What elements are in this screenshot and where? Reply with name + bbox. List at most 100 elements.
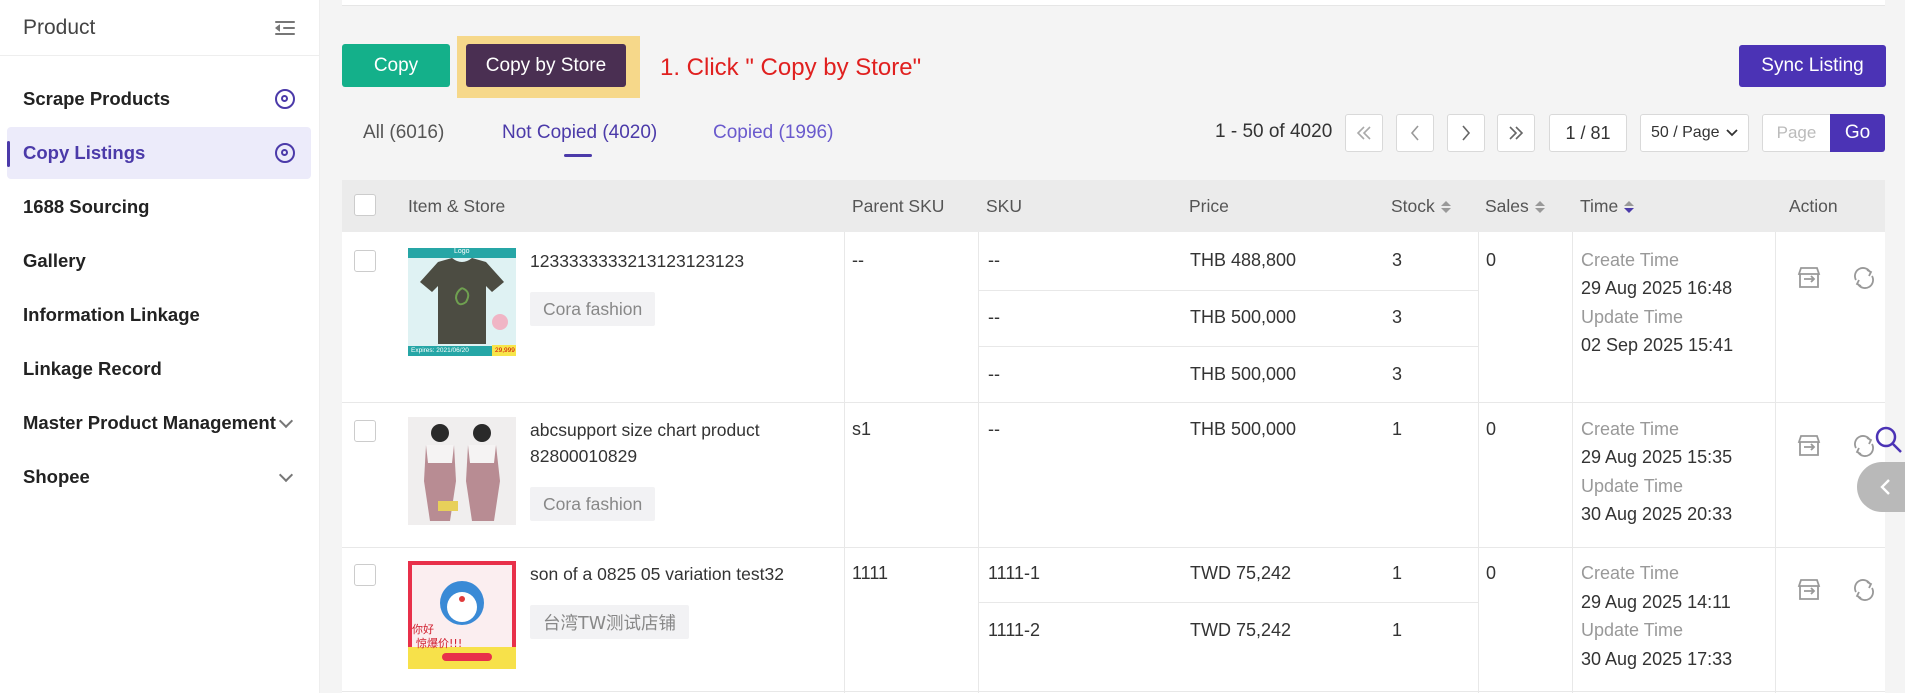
sidebar-item-label: Master Product Management bbox=[23, 412, 276, 433]
stock: 1 bbox=[1392, 620, 1403, 640]
create-time-value: 29 Aug 2025 14:11 bbox=[1581, 592, 1731, 612]
sidebar-item-label: Information Linkage bbox=[23, 304, 200, 325]
row-checkbox[interactable] bbox=[354, 250, 376, 272]
create-time-label: Create Time bbox=[1581, 250, 1680, 270]
prev-page-button[interactable] bbox=[1396, 114, 1434, 152]
double-chevron-left-icon bbox=[1356, 126, 1371, 140]
sidebar-item-label: 1688 Sourcing bbox=[23, 196, 150, 217]
header-time-label: Time bbox=[1580, 196, 1619, 216]
pagination-range: 1 - 50 of 4020 bbox=[1215, 121, 1333, 142]
update-time-label: Update Time bbox=[1581, 620, 1684, 640]
column-divider bbox=[844, 232, 845, 693]
go-button[interactable]: Go bbox=[1830, 114, 1885, 152]
sort-icon[interactable] bbox=[1440, 200, 1451, 213]
sync-icon[interactable] bbox=[1851, 577, 1877, 603]
parent-sku: s1 bbox=[852, 419, 872, 439]
sync-icon[interactable] bbox=[1851, 265, 1877, 291]
copy-to-store-icon[interactable] bbox=[1796, 265, 1822, 291]
product-title[interactable]: son of a 0825 05 variation test32 bbox=[530, 561, 784, 587]
column-divider bbox=[1775, 232, 1776, 693]
header-stock[interactable]: Stock bbox=[1391, 196, 1451, 217]
sidebar-item-linkage-record[interactable]: Linkage Record bbox=[7, 343, 311, 395]
sidebar-item-1688-sourcing[interactable]: 1688 Sourcing bbox=[7, 181, 311, 233]
product-thumbnail[interactable] bbox=[408, 417, 516, 525]
sidebar-item-scrape-products[interactable]: Scrape Products bbox=[7, 73, 311, 125]
instruction-annotation: 1. Click " Copy by Store" bbox=[660, 54, 922, 81]
parent-sku: 1111 bbox=[852, 563, 889, 583]
chevron-down-icon bbox=[278, 467, 294, 482]
floating-panel-toggle[interactable] bbox=[1857, 462, 1905, 512]
sidebar: Product Scrape Products Copy Listings 16… bbox=[0, 0, 320, 693]
header-sales[interactable]: Sales bbox=[1485, 196, 1545, 217]
chevron-down-icon bbox=[1726, 129, 1738, 137]
page-jump-input[interactable]: Page bbox=[1762, 114, 1831, 152]
sort-icon[interactable] bbox=[1624, 200, 1635, 213]
per-page-value: 50 / Page bbox=[1651, 124, 1720, 141]
thumbnail-logo-text: Logo bbox=[454, 248, 470, 255]
tab-copied[interactable]: Copied (1996) bbox=[713, 122, 833, 144]
row-divider bbox=[342, 402, 1885, 403]
product-thumbnail[interactable]: 你好 惊爆价!!! bbox=[408, 561, 516, 669]
sidebar-item-gallery[interactable]: Gallery bbox=[7, 235, 311, 287]
sidebar-item-shopee[interactable]: Shopee bbox=[7, 451, 311, 503]
sidebar-item-information-linkage[interactable]: Information Linkage bbox=[7, 289, 311, 341]
select-all-checkbox[interactable] bbox=[354, 194, 376, 216]
copy-to-store-icon[interactable] bbox=[1796, 433, 1822, 459]
header-stock-label: Stock bbox=[1391, 196, 1435, 216]
copy-button[interactable]: Copy bbox=[342, 44, 450, 87]
header-time[interactable]: Time bbox=[1580, 196, 1635, 217]
tab-not-copied[interactable]: Not Copied (4020) bbox=[502, 122, 657, 144]
price: THB 488,800 bbox=[1190, 250, 1297, 270]
update-time-label: Update Time bbox=[1581, 307, 1684, 327]
per-page-select[interactable]: 50 / Page bbox=[1640, 114, 1749, 152]
sku: 1111-1 bbox=[988, 563, 1041, 583]
next-page-button[interactable] bbox=[1447, 114, 1485, 152]
copy-to-store-icon[interactable] bbox=[1796, 577, 1822, 603]
header-sales-label: Sales bbox=[1485, 196, 1529, 216]
product-title-line2[interactable]: 82800010829 bbox=[530, 443, 637, 469]
current-page-field[interactable]: 1 / 81 bbox=[1549, 114, 1627, 152]
row-checkbox[interactable] bbox=[354, 564, 376, 586]
table-header: Item & Store Parent SKU SKU Price Stock … bbox=[342, 180, 1885, 232]
product-thumbnail[interactable]: Logo Expires: 2021/06/20 29,999 bbox=[408, 248, 516, 356]
price: TWD 75,242 bbox=[1190, 563, 1292, 583]
sort-icon[interactable] bbox=[1534, 200, 1545, 213]
product-title[interactable]: abcsupport size chart product bbox=[530, 417, 760, 443]
header-parent-sku: Parent SKU bbox=[852, 196, 945, 216]
thumbnail-promo-text: 惊爆价!!! bbox=[416, 637, 463, 650]
search-icon[interactable] bbox=[1873, 424, 1903, 454]
collapse-menu-icon[interactable] bbox=[275, 18, 297, 38]
promo-product-image bbox=[408, 561, 516, 669]
first-page-button[interactable] bbox=[1345, 114, 1383, 152]
tab-all[interactable]: All (6016) bbox=[363, 122, 444, 144]
create-time-label: Create Time bbox=[1581, 419, 1680, 439]
sidebar-item-label: Linkage Record bbox=[23, 358, 162, 379]
create-time-label: Create Time bbox=[1581, 563, 1680, 583]
update-time-value: 30 Aug 2025 20:33 bbox=[1581, 504, 1733, 524]
sidebar-item-master-product-management[interactable]: Master Product Management bbox=[7, 397, 311, 449]
sku: -- bbox=[988, 250, 1000, 270]
sidebar-item-copy-listings[interactable]: Copy Listings bbox=[7, 127, 311, 179]
chevron-left-icon bbox=[1410, 125, 1419, 141]
listings-table: Item & Store Parent SKU SKU Price Stock … bbox=[342, 180, 1885, 693]
gear-icon[interactable] bbox=[275, 143, 295, 163]
chevron-down-icon bbox=[278, 413, 294, 428]
thumbnail-footer-text: Expires: 2021/06/20 bbox=[411, 347, 469, 354]
column-divider bbox=[1572, 232, 1573, 693]
header-action: Action bbox=[1789, 196, 1838, 216]
chevron-right-icon bbox=[1462, 125, 1471, 141]
sync-listing-button[interactable]: Sync Listing bbox=[1739, 45, 1886, 87]
price: TWD 75,242 bbox=[1190, 620, 1292, 640]
product-title[interactable]: 1233333333213123123123 bbox=[530, 248, 744, 274]
sidebar-item-label: Shopee bbox=[23, 466, 90, 487]
last-page-button[interactable] bbox=[1497, 114, 1535, 152]
column-divider bbox=[1478, 232, 1479, 693]
gear-icon[interactable] bbox=[275, 89, 295, 109]
active-tab-indicator bbox=[564, 154, 592, 157]
row-checkbox[interactable] bbox=[354, 420, 376, 442]
sidebar-title: Product bbox=[23, 15, 96, 39]
sales: 0 bbox=[1486, 563, 1497, 583]
sku: 1111-2 bbox=[988, 620, 1041, 640]
copy-by-store-button[interactable]: Copy by Store bbox=[466, 44, 626, 87]
chevron-left-icon bbox=[1880, 479, 1890, 495]
